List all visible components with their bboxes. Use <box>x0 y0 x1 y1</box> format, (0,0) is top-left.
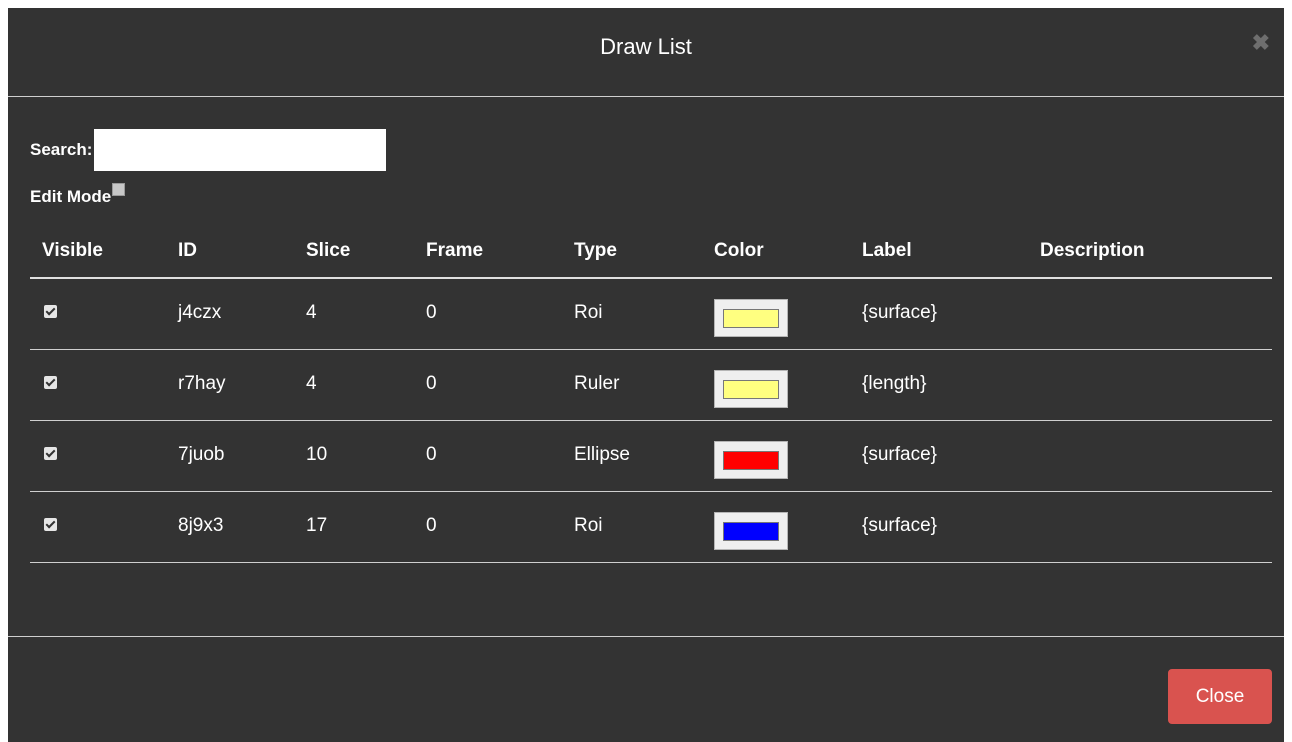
close-button[interactable]: Close <box>1168 669 1272 724</box>
edit-mode-row: Edit Mode <box>30 183 126 207</box>
cell-description <box>1028 349 1272 421</box>
close-icon[interactable]: ✖ <box>1252 32 1270 54</box>
dialog-body: Search: Edit Mode Visible ID Slice Frame… <box>8 97 1284 637</box>
cell-description <box>1028 278 1272 350</box>
visible-checkbox[interactable] <box>44 446 57 460</box>
draw-list-table: Visible ID Slice Frame Type Color Label … <box>30 225 1272 563</box>
color-swatch-fill <box>723 450 779 470</box>
color-picker[interactable] <box>714 369 788 408</box>
cell-label: {surface} <box>850 278 1028 350</box>
table-body: j4czx 4 0 Roi {surface} r7hay 4 0 Ruler {length} 7… <box>30 278 1272 563</box>
color-picker[interactable] <box>714 440 788 479</box>
cell-slice: 4 <box>294 278 414 350</box>
color-swatch-fill <box>723 309 779 328</box>
color-swatch-fill <box>723 521 779 541</box>
cell-slice: 17 <box>294 491 414 563</box>
cell-label: {surface} <box>850 420 1028 492</box>
header-color[interactable]: Color <box>702 225 850 279</box>
table-row[interactable]: 7juob 10 0 Ellipse {surface} <box>30 420 1272 492</box>
table-row[interactable]: j4czx 4 0 Roi {surface} <box>30 278 1272 350</box>
cell-frame: 0 <box>414 278 562 350</box>
cell-id: j4czx <box>166 278 294 350</box>
cell-color <box>702 278 850 350</box>
dialog-footer: Close <box>8 637 1284 742</box>
table-row[interactable]: r7hay 4 0 Ruler {length} <box>30 349 1272 421</box>
cell-frame: 0 <box>414 349 562 421</box>
visible-checkbox[interactable] <box>44 305 57 318</box>
header-slice[interactable]: Slice <box>294 225 414 279</box>
search-row: Search: <box>30 129 387 171</box>
table-row[interactable]: 8j9x3 17 0 Roi {surface} <box>30 491 1272 563</box>
header-type[interactable]: Type <box>562 225 702 279</box>
cell-slice: 10 <box>294 420 414 492</box>
header-label[interactable]: Label <box>850 225 1028 279</box>
cell-color <box>702 491 850 563</box>
cell-description <box>1028 491 1272 563</box>
dialog-title: Draw List <box>600 34 692 59</box>
cell-id: 8j9x3 <box>166 491 294 563</box>
cell-label: {length} <box>850 349 1028 421</box>
edit-mode-checkbox[interactable] <box>112 183 126 196</box>
dialog-header: Draw List ✖ <box>8 8 1284 97</box>
edit-mode-label: Edit Mode <box>30 187 112 206</box>
color-swatch-fill <box>723 379 779 399</box>
cell-type: Ellipse <box>562 420 702 492</box>
cell-visible <box>30 349 166 421</box>
cell-type: Roi <box>562 491 702 563</box>
search-input[interactable] <box>94 129 387 171</box>
cell-slice: 4 <box>294 349 414 421</box>
header-frame[interactable]: Frame <box>414 225 562 279</box>
cell-visible <box>30 278 166 350</box>
visible-checkbox[interactable] <box>44 375 57 389</box>
cell-visible <box>30 420 166 492</box>
table-header-row: Visible ID Slice Frame Type Color Label … <box>30 225 1272 279</box>
cell-type: Ruler <box>562 349 702 421</box>
header-description[interactable]: Description <box>1028 225 1272 279</box>
cell-id: r7hay <box>166 349 294 421</box>
color-picker[interactable] <box>714 299 788 337</box>
color-picker[interactable] <box>714 511 788 550</box>
header-visible[interactable]: Visible <box>30 225 166 279</box>
cell-visible <box>30 491 166 563</box>
cell-description <box>1028 420 1272 492</box>
cell-frame: 0 <box>414 420 562 492</box>
search-label: Search: <box>30 140 93 159</box>
cell-color <box>702 420 850 492</box>
cell-id: 7juob <box>166 420 294 492</box>
cell-frame: 0 <box>414 491 562 563</box>
cell-type: Roi <box>562 278 702 350</box>
cell-label: {surface} <box>850 491 1028 563</box>
visible-checkbox[interactable] <box>44 517 57 531</box>
draw-list-dialog: Draw List ✖ Search: Edit Mode Visible ID… <box>8 8 1284 742</box>
cell-color <box>702 349 850 421</box>
header-id[interactable]: ID <box>166 225 294 279</box>
